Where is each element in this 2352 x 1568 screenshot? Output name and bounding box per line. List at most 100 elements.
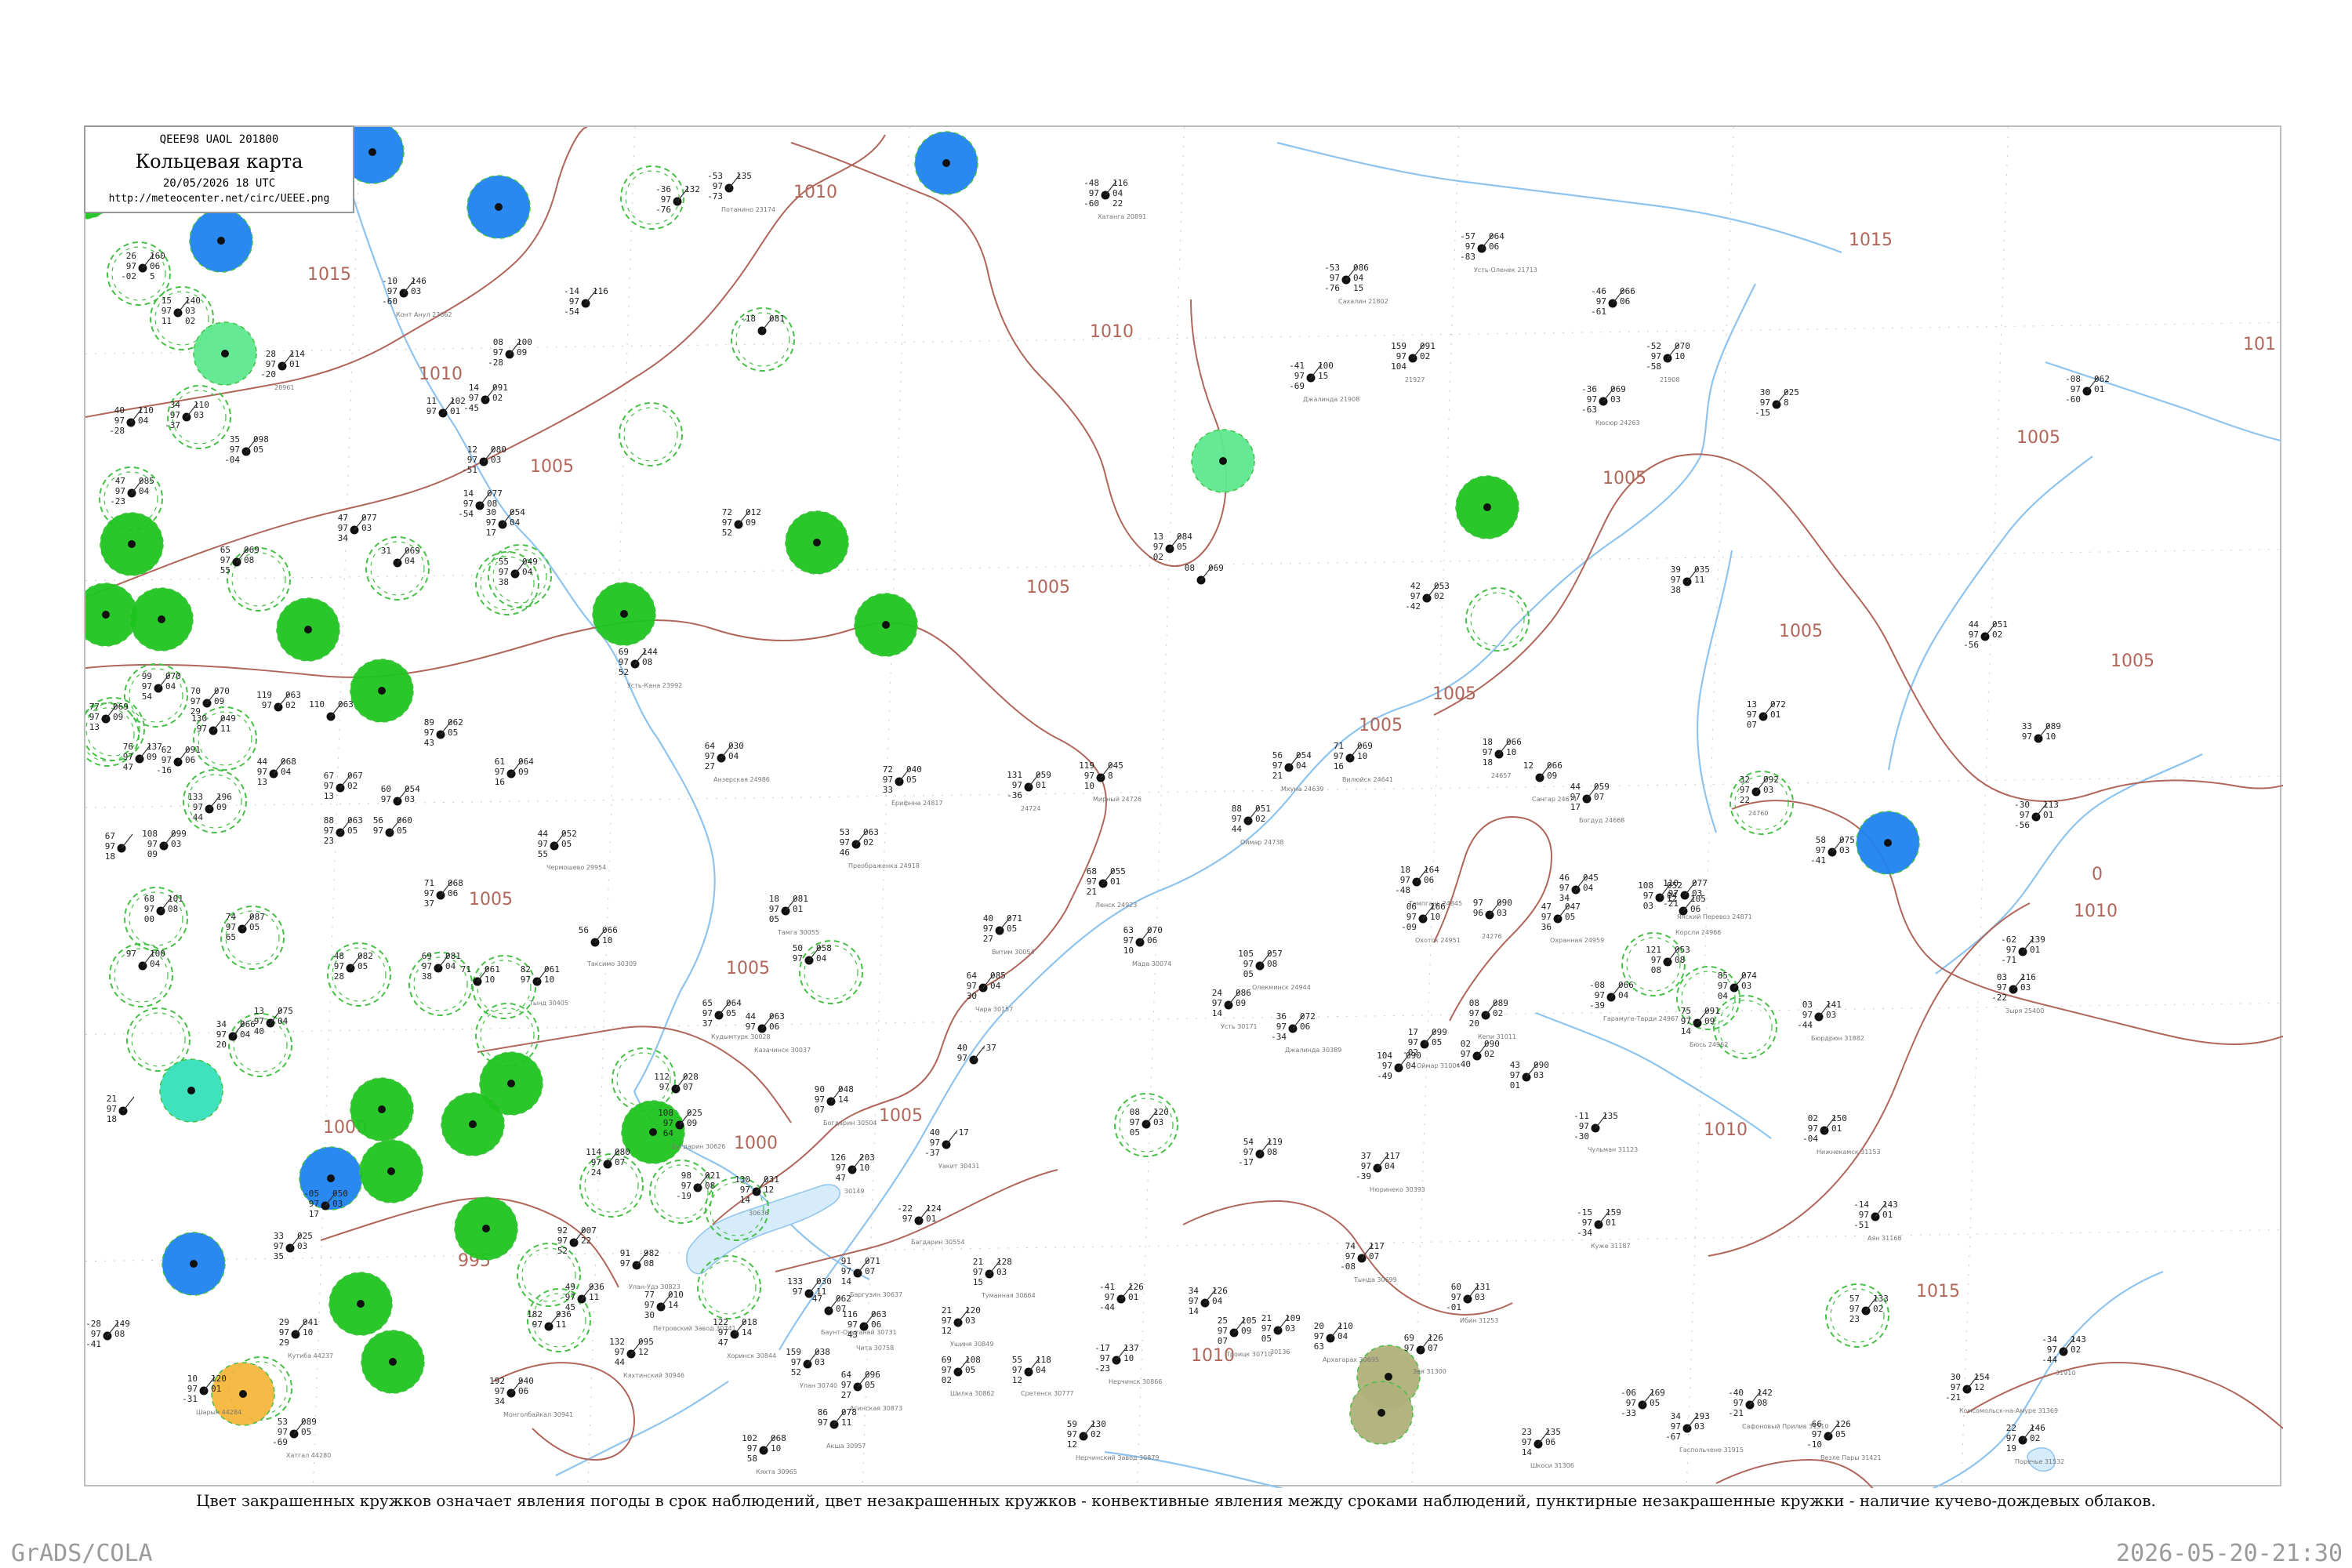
station-plot[interactable]: 719716 06910 Вилюйск 24641 [1334, 741, 1393, 783]
station-plot[interactable]: -5397-73 135 Потанино 23174 [707, 171, 775, 213]
station-plot[interactable]: 8697 07811 Акша 30957 [818, 1407, 866, 1450]
station-plot[interactable]: -4197-69 10015 Джалинда 21908 [1289, 361, 1359, 403]
station-plot[interactable]: -1497-54 116 [564, 286, 608, 317]
station-plot[interactable]: 0397-2211603Зыря 25400 [1991, 972, 2044, 1014]
station-plot[interactable]: 3497-37 11003 [165, 400, 209, 430]
station-plot[interactable]: 699738 08104 [422, 951, 461, 982]
station-plot[interactable]: 889744 05102 Оймар 24738 [1232, 804, 1284, 846]
station-plot[interactable]: 0397-4414103Бюрдрюн 31882 [1797, 1000, 1864, 1042]
station-plot[interactable]: 349714 12604 [1189, 1286, 1228, 1316]
station-plot[interactable]: 689700 10108 [144, 894, 183, 924]
station-plot[interactable]: 479734 07703 [338, 513, 377, 543]
station-plot[interactable]: 649727 09605 Агинская 30873 [841, 1370, 902, 1412]
station-plot[interactable]: 0897-28 10009 [488, 337, 532, 368]
station-plot[interactable]: 159711 1400302 [162, 296, 201, 326]
station-plot[interactable]: -1097-60 14603 Конт Анул 23662 [382, 276, 452, 318]
station-plot[interactable]: -4897-60 1160422 Хатанга 20891 [1083, 178, 1146, 220]
station-plot[interactable]: 479736 04705 Охранная 24959 [1541, 902, 1604, 944]
station-plot[interactable]: 6697-10 12605 Везле Пары 31421 [1806, 1419, 1881, 1461]
station-plot[interactable]: 219712 12003 Ушиня 30849 [942, 1305, 994, 1348]
station-plot[interactable]: 6097 05403 [381, 784, 420, 806]
station-plot[interactable]: 34972006604 [216, 1019, 256, 1050]
station-plot[interactable]: 11997 06302 [256, 690, 301, 712]
station-plot[interactable]: 13097 04911 [191, 713, 236, 735]
station-plot[interactable]: 779730 01014 Петровский Завод 30741 [644, 1290, 736, 1332]
station-plot[interactable]: 139707 07201 [1747, 699, 1786, 730]
station-plot[interactable]: 1059705 05708 Олекминск 24944 [1238, 949, 1311, 991]
station-plot[interactable]: 679718 [105, 831, 133, 862]
station-plot[interactable]: 639710 07006 Мада 30074 [1123, 925, 1171, 967]
station-plot[interactable]: 1329744 09512 Кяхтинский 30946 [609, 1337, 684, 1379]
station-plot[interactable]: -3697-63 06903 Кюсюр 24263 [1581, 384, 1640, 426]
station-plot[interactable]: 139740 07504 [254, 1006, 293, 1036]
station-plot[interactable]: 919798208Улан-Удэ 30823 [620, 1248, 681, 1290]
station-plot[interactable]: 409727 07105 Витим 30054 [983, 913, 1035, 956]
station-plot[interactable]: 689721 05501 Ленск 24923 [1087, 866, 1138, 909]
station-plot[interactable]: 559712 11804 Сретенск 30777 [1012, 1355, 1074, 1397]
station-plot[interactable]: 489728 08205 [334, 951, 373, 982]
station-plot[interactable]: 9796 09003 24276 [1473, 898, 1512, 940]
station-plot[interactable]: 679713 06702 [324, 771, 363, 801]
station-plot[interactable]: 1339703011 [787, 1276, 832, 1298]
station-plot[interactable]: 1297-51 08003 [462, 445, 506, 475]
station-plot[interactable]: 3397 08910 [2022, 721, 2061, 743]
station-plot[interactable]: 579723 13302 [1849, 1294, 1889, 1324]
station-plot[interactable]: 449717 05907 Богдуд 24668 [1570, 782, 1625, 824]
station-plot[interactable]: 6097-01 13103 Ибин 31253 [1446, 1282, 1498, 1324]
station-plot[interactable]: 5397-69 08905 Хатгал 44280 [272, 1417, 331, 1459]
station-plot[interactable]: 189718 06610 24657 [1483, 737, 1522, 779]
station-plot[interactable]: 65973706405Кудымтурк 30028 [702, 998, 771, 1040]
station-plot[interactable]: 3797-39 11704 Нюринеко 30393 [1356, 1151, 1425, 1193]
station-plot[interactable]: 10497-49 09004 [1377, 1051, 1421, 1081]
station-plot[interactable]: 11097-21 07703 Янский Перевоз 24871 [1663, 878, 1752, 920]
station-plot[interactable]: 08972008902Кепи 31011 [1469, 998, 1516, 1040]
station-plot[interactable]: 779713 06909 [89, 702, 129, 732]
station-plot[interactable]: 699752 14408 Усть-Кана 23992 [619, 647, 683, 689]
station-plot[interactable]: 649727 03004 Анзерская 24986 [705, 741, 770, 783]
station-plot[interactable]: 4097-28 11004 [109, 405, 154, 436]
station-plot[interactable]: 1397-02 08405 [1148, 532, 1192, 562]
station-plot[interactable]: 719737 06806 [424, 878, 463, 909]
station-plot[interactable]: 659755 06908 [220, 545, 260, 575]
station-plot[interactable]: -0697-33 16905 [1621, 1388, 1665, 1418]
station-plot[interactable]: 1149724 08007 [586, 1147, 630, 1178]
station-plot[interactable]: 12 06609Сангар 24671 [1523, 760, 1577, 803]
station-plot[interactable]: 8297 06110 Тынд 30405 [521, 964, 568, 1007]
station-plot[interactable]: 699702 10805 Шилка 30862 [942, 1355, 995, 1397]
station-plot[interactable]: 08 069 [1185, 563, 1224, 585]
station-plot[interactable]: 4097-37 -17 Уакит 30431 [924, 1127, 979, 1170]
station-plot[interactable]: 6297-16 09106 [156, 745, 201, 775]
station-plot[interactable]: 219718 [107, 1094, 135, 1124]
station-plot[interactable]: 13197-36 05901 24724 [1007, 770, 1051, 812]
station-plot[interactable]: 759714 09109 Бюсь 24962 [1681, 1006, 1729, 1048]
station-plot[interactable]: -1497-51 14301 Аян 31168 [1853, 1200, 1901, 1242]
station-plot[interactable]: -1197-30 135 Чульман 31123 [1573, 1111, 1638, 1153]
station-plot[interactable]: 3697-34 07206 Джалинда 30389 [1271, 1011, 1341, 1054]
station-plot[interactable]: -0897-39 06604 Гарамуге-Тарди 24967 [1589, 980, 1679, 1022]
station-plot[interactable]: 5497-17 11908 [1238, 1137, 1283, 1167]
station-plot[interactable]: 299729 04110 Кутиба 44237 [279, 1317, 333, 1359]
station-plot[interactable]: 439701 09003 [1510, 1060, 1549, 1091]
station-plot[interactable]: -18 081 [740, 314, 785, 336]
station-plot[interactable]: 110 063 [309, 699, 354, 721]
station-plot[interactable]: 1599752 03803 Улан 30740 [786, 1347, 837, 1389]
station-plot[interactable]: -1597-34 15901 Куже 31187 [1577, 1207, 1630, 1250]
station-plot[interactable]: 4797-23 08504 [110, 476, 154, 506]
station-plot[interactable]: 1199710 0458 Мирный 24726 [1079, 760, 1142, 803]
station-plot[interactable]: 229719 14602 Поречье 31532 [2006, 1423, 2065, 1465]
station-plot[interactable]: -2897-41 14908 [85, 1319, 130, 1349]
station-plot[interactable]: 0697-09 16610 Охотск 24951 [1401, 902, 1461, 944]
station-plot[interactable]: 1497-45 09102 [463, 383, 508, 413]
station-plot[interactable]: 46973404504 [1559, 873, 1599, 903]
station-plot[interactable]: 4497-56 05102 [1963, 619, 2008, 650]
weather-circle[interactable] [85, 583, 138, 647]
station-plot[interactable]: 0297-4009002 [1455, 1039, 1500, 1069]
station-plot[interactable]: 559738 04904 [499, 557, 538, 587]
station-plot[interactable]: 2697-02 160065 [121, 251, 165, 281]
station-plot[interactable]: 15997104 09102 21927 [1391, 341, 1436, 383]
station-plot[interactable]: -4197-44 12601 [1099, 1282, 1144, 1312]
station-plot[interactable]: 122974701814Хоринск 30844 [713, 1317, 776, 1359]
station-plot[interactable]: 449713 06804 [257, 757, 296, 787]
station-plot[interactable]: 121970805308 [1646, 945, 1690, 975]
station-plot[interactable]: -5297-58 07010 21908 [1646, 341, 1690, 383]
